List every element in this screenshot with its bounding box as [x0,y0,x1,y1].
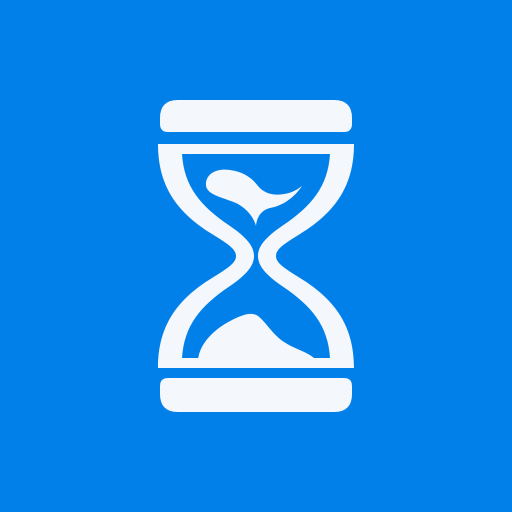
icon-background [0,0,512,512]
app-icon-tile [0,0,512,512]
hourglass-icon [0,0,512,512]
hourglass-top-cap [160,100,352,132]
hourglass-bottom-cap [160,378,352,412]
